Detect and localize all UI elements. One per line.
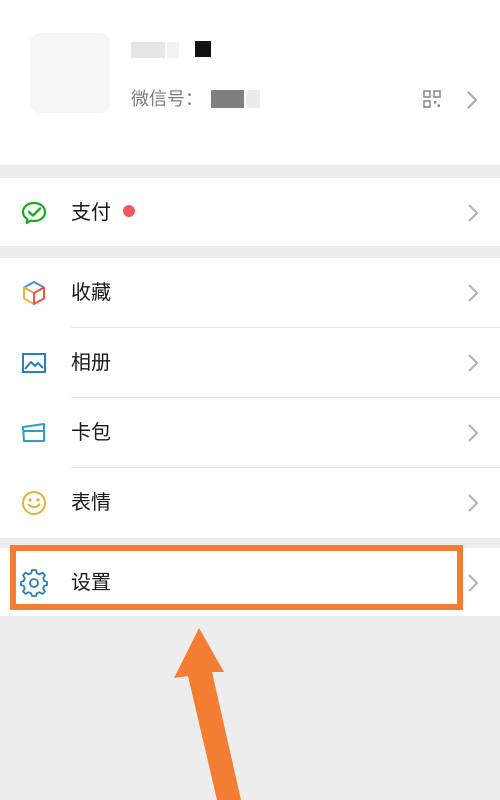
- wechat-id-redacted: [211, 90, 244, 108]
- pay-group: 支付: [0, 178, 500, 246]
- menu-label-settings: 设置: [71, 570, 111, 594]
- wechat-id-label: 微信号：: [131, 89, 203, 110]
- menu-label-cards: 卡包: [71, 420, 111, 444]
- cube-icon: [23, 281, 45, 305]
- menu-item-pay[interactable]: 支付: [0, 178, 500, 246]
- card-icon: [22, 423, 45, 442]
- qr-code-icon[interactable]: [423, 90, 441, 108]
- nickname-redacted-square: [195, 41, 211, 57]
- nickname-redacted: [131, 42, 165, 58]
- menu-item-settings[interactable]: 设置: [0, 548, 500, 616]
- profile-header[interactable]: 微信号：: [0, 0, 500, 165]
- wechat-pay-icon: [21, 201, 47, 225]
- menu-item-cards[interactable]: 卡包: [0, 398, 500, 468]
- wechat-id-redacted-fade: [246, 90, 260, 108]
- chevron-right-icon: [468, 424, 479, 442]
- chevron-right-icon: [468, 354, 479, 372]
- chevron-right-icon: [468, 284, 479, 302]
- menu-item-stickers[interactable]: 表情: [0, 468, 500, 538]
- avatar[interactable]: [30, 33, 110, 113]
- tools-group: 收藏 相册 卡包 表情: [0, 258, 500, 538]
- gear-icon: [20, 569, 48, 597]
- menu-label-album: 相册: [71, 350, 111, 374]
- smiley-icon: [22, 491, 46, 515]
- chevron-right-icon: [467, 91, 478, 109]
- chevron-right-icon: [468, 204, 479, 222]
- image-icon: [22, 353, 46, 373]
- chevron-right-icon: [468, 494, 479, 512]
- notification-dot: [123, 205, 135, 217]
- chevron-right-icon: [468, 574, 479, 592]
- menu-item-album[interactable]: 相册: [0, 328, 500, 398]
- menu-label-pay: 支付: [71, 200, 111, 224]
- menu-label-stickers: 表情: [71, 490, 111, 514]
- menu-label-favorites: 收藏: [71, 280, 111, 304]
- settings-group: 设置: [0, 548, 500, 616]
- menu-item-favorites[interactable]: 收藏: [0, 258, 500, 328]
- nickname-redacted-fade: [167, 42, 179, 58]
